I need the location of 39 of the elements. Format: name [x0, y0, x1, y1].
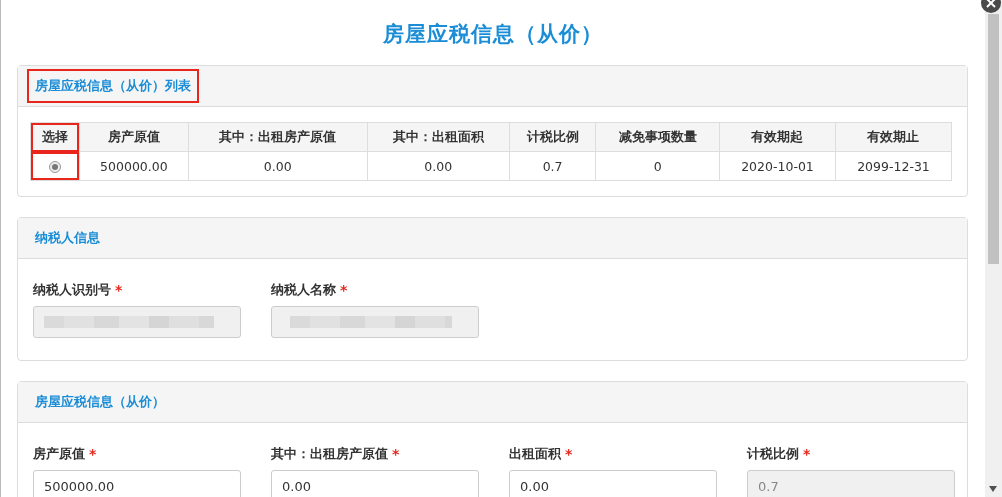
input-field[interactable]: 0.00	[509, 470, 717, 497]
column-header: 有效期起	[719, 122, 836, 152]
table-cell: 500000.00	[79, 151, 189, 181]
scrollbar-thumb[interactable]	[988, 14, 999, 264]
close-icon[interactable]	[980, 0, 1002, 14]
column-header: 计税比例	[509, 122, 596, 152]
panel-title: 房屋应税信息（从价）列表	[27, 69, 199, 103]
field-label: 房产原值	[33, 445, 85, 463]
radio-button[interactable]	[49, 160, 61, 173]
dialog-title: 房屋应税信息（从价）	[381, 21, 604, 48]
field-label: 纳税人名称	[271, 281, 336, 299]
panel-title: 房屋应税信息（从价）	[34, 393, 166, 411]
field-label: 出租面积	[509, 445, 561, 463]
table-cell: 0.7	[509, 151, 596, 181]
table-cell: 2099-12-31	[835, 151, 952, 181]
column-header: 其中：出租房产原值	[188, 122, 368, 152]
required-mark: *	[89, 446, 97, 462]
input-field[interactable]: 500000.00	[33, 470, 241, 497]
panel-title: 纳税人信息	[34, 229, 101, 247]
input-field[interactable]: 0.00	[271, 470, 479, 497]
table-cell: 2020-10-01	[719, 151, 836, 181]
column-header: 减免事项数量	[595, 122, 720, 152]
required-mark: *	[565, 446, 573, 462]
table-cell: 0	[595, 151, 720, 181]
field-label: 计税比例	[747, 445, 799, 463]
required-mark: *	[115, 282, 123, 298]
required-mark: *	[392, 446, 400, 462]
column-header: 其中：出租面积	[367, 122, 510, 152]
scroll-down-icon[interactable]	[988, 485, 998, 493]
field-label: 纳税人识别号	[33, 281, 111, 299]
table-cell: 0.00	[367, 151, 510, 181]
scrollbar[interactable]	[985, 0, 1002, 497]
table-cell: 0.00	[188, 151, 368, 181]
required-mark: *	[803, 446, 811, 462]
column-header: 有效期止	[835, 122, 952, 152]
column-header: 选择	[30, 122, 80, 152]
field-label: 其中：出租房产原值	[271, 445, 388, 463]
column-header: 房产原值	[79, 122, 189, 152]
required-mark: *	[340, 282, 348, 298]
